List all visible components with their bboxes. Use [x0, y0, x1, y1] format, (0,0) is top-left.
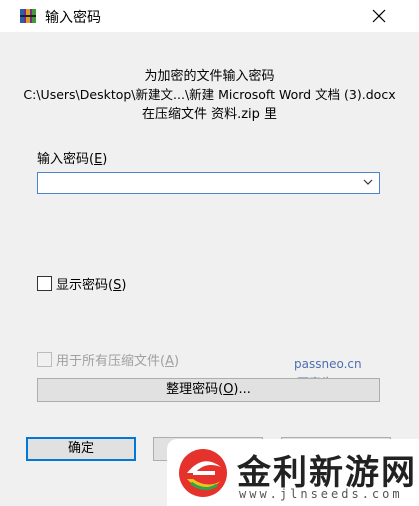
watermark-domain: passneo.cn [294, 357, 362, 371]
password-label: 输入密码(E) [37, 152, 108, 167]
info-line-1: 为加密的文件输入密码 [144, 69, 275, 84]
password-dialog: 输入密码 为加密的文件输入密码 C:\Users\Desktop\新建文...\… [0, 0, 419, 506]
organize-passwords-button[interactable]: 整理密码(O)... [37, 378, 380, 402]
info-file-path: C:\Users\Desktop\新建文...\新建 Microsoft Wor… [23, 87, 396, 102]
site-logo-icon [179, 449, 227, 497]
window-title: 输入密码 [45, 10, 101, 26]
use-for-all-checkbox[interactable] [37, 352, 52, 367]
close-icon[interactable] [363, 4, 395, 28]
password-combobox[interactable] [37, 172, 380, 194]
show-password-checkbox[interactable] [37, 276, 52, 291]
winrar-archive-icon [20, 9, 36, 23]
title-bar: 输入密码 [0, 0, 419, 33]
show-password-label[interactable]: 显示密码(S) [56, 274, 126, 293]
password-input[interactable] [40, 174, 354, 193]
use-for-all-label[interactable]: 用于所有压缩文件(A) [56, 350, 179, 369]
site-url: www.jlnseeds.com [239, 487, 403, 501]
info-archive-name: 在压缩文件 资料.zip 里 [141, 107, 278, 122]
chevron-down-icon[interactable] [363, 178, 373, 186]
site-watermark-badge: 金利新游网 www.jlnseeds.com [167, 439, 419, 506]
ok-button[interactable]: 确定 [26, 437, 136, 461]
